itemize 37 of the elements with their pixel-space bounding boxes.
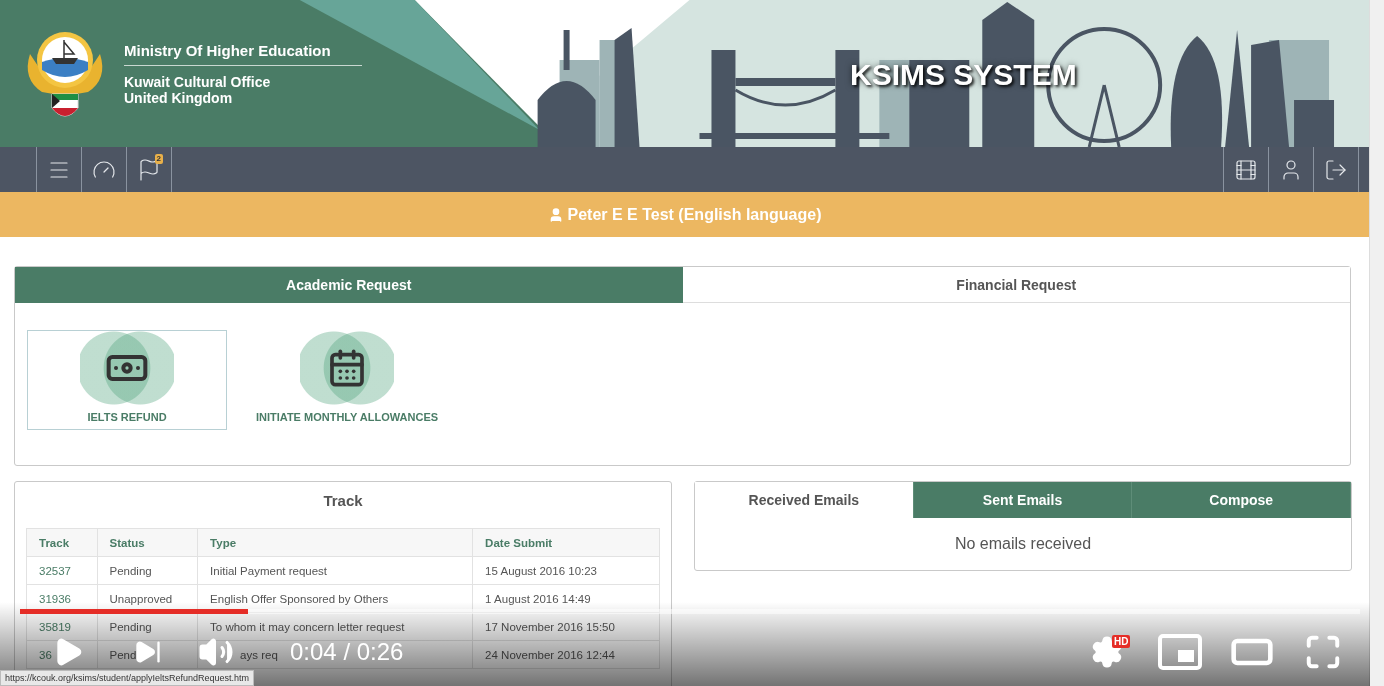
flag-icon — [137, 157, 161, 182]
table-cell: 17 November 2016 15:50 — [472, 612, 660, 641]
calendar-icon — [327, 348, 367, 388]
user-name: Peter E E Test (English language) — [567, 205, 822, 224]
request-tab[interactable]: Financial Request — [682, 267, 1350, 303]
email-tab[interactable]: Compose — [1132, 482, 1351, 518]
tile-label: IELTS REFUND — [87, 411, 167, 423]
column-header: Status — [97, 528, 198, 557]
office-name: Kuwait Cultural Office — [124, 73, 272, 90]
table-cell: 1 August 2016 14:49 — [472, 584, 660, 613]
hd-badge: HD — [1112, 635, 1131, 648]
request-tile[interactable]: IELTS REFUND — [27, 330, 227, 430]
film-icon — [1234, 157, 1258, 182]
tile-label: INITIATE MONTHLY ALLOWANCES — [255, 411, 439, 423]
email-tab[interactable]: Sent Emails — [913, 482, 1133, 518]
request-tab[interactable]: Academic Request — [15, 267, 683, 303]
status-url: https://kcouk.org/ksims/student/applyIeltsRefundRequest.htm — [0, 670, 255, 686]
column-header: Type — [197, 528, 473, 557]
panel-title: Track — [322, 490, 364, 511]
miniplayer-icon — [1158, 634, 1202, 670]
notification-badge: 2 — [154, 154, 163, 164]
column-header: Date Submit — [472, 528, 660, 557]
ministry-title: Ministry Of Higher Education — [124, 41, 362, 66]
table-cell: Pending — [97, 556, 198, 585]
track-link[interactable]: 32537 — [26, 556, 97, 585]
table-cell: 15 August 2016 10:23 — [472, 556, 660, 585]
email-tab[interactable]: Received Emails — [695, 482, 914, 518]
column-header: Track — [26, 528, 97, 557]
table-cell: Initial Payment request — [197, 556, 473, 585]
exit-door-icon — [1324, 157, 1348, 182]
miniplayer-button[interactable] — [1158, 632, 1202, 672]
office-name: United Kingdom — [124, 89, 234, 106]
progress-track[interactable] — [20, 609, 1360, 614]
empty-message: No emails received — [954, 535, 1092, 553]
table-cell: 24 November 2016 12:44 — [472, 640, 660, 669]
time-display: 0:04 / 0:26 — [290, 638, 404, 666]
fullscreen-icon — [1304, 633, 1342, 671]
